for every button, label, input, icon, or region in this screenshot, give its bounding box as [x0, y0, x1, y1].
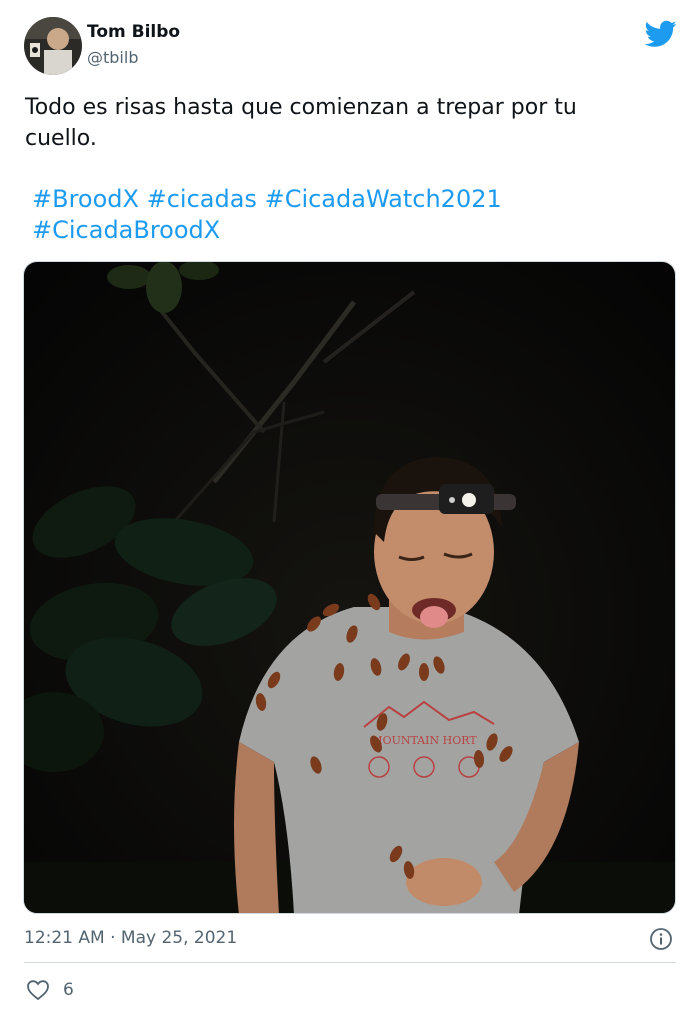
footer-divider [24, 962, 676, 963]
tweet-timestamp[interactable]: 12:21 AM · May 25, 2021 [24, 928, 237, 948]
tweet-text: Todo es risas hasta que comienzan a trep… [25, 92, 665, 154]
hashtag-list: #BroodX #cicadas #CicadaWatch2021 #Cicada… [32, 184, 672, 246]
avatar-image [24, 17, 82, 75]
tweet-card: Tom Bilbo @tbilb Todo es risas hasta que… [0, 0, 700, 1017]
avatar[interactable] [24, 17, 82, 75]
hashtag-cicadas[interactable]: #cicadas [147, 185, 257, 213]
like-count: 6 [63, 980, 74, 1000]
author-name[interactable]: Tom Bilbo [87, 22, 180, 42]
photo-man-with-cicadas: MOUNTAIN HORT [24, 262, 675, 913]
hashtag-cicadabroodx[interactable]: #CicadaBroodX [32, 216, 220, 244]
twitter-bird-icon[interactable] [644, 20, 677, 48]
timestamp-time: 12:21 AM [24, 928, 105, 948]
hashtag-broodx[interactable]: #BroodX [32, 185, 139, 213]
tweet-photo[interactable]: MOUNTAIN HORT [23, 261, 676, 914]
heart-icon[interactable] [26, 979, 50, 1001]
hashtag-cicadawatch2021[interactable]: #CicadaWatch2021 [265, 185, 502, 213]
info-icon[interactable] [649, 927, 673, 951]
tweet-text-line-1: Todo es risas hasta que comienzan a trep… [25, 95, 577, 120]
timestamp-date: May 25, 2021 [120, 928, 238, 948]
tweet-text-line-2: cuello. [25, 126, 97, 151]
author-handle[interactable]: @tbilb [87, 48, 138, 67]
shirt-print-text: MOUNTAIN HORT [371, 734, 477, 747]
timestamp-separator: · [110, 928, 116, 948]
